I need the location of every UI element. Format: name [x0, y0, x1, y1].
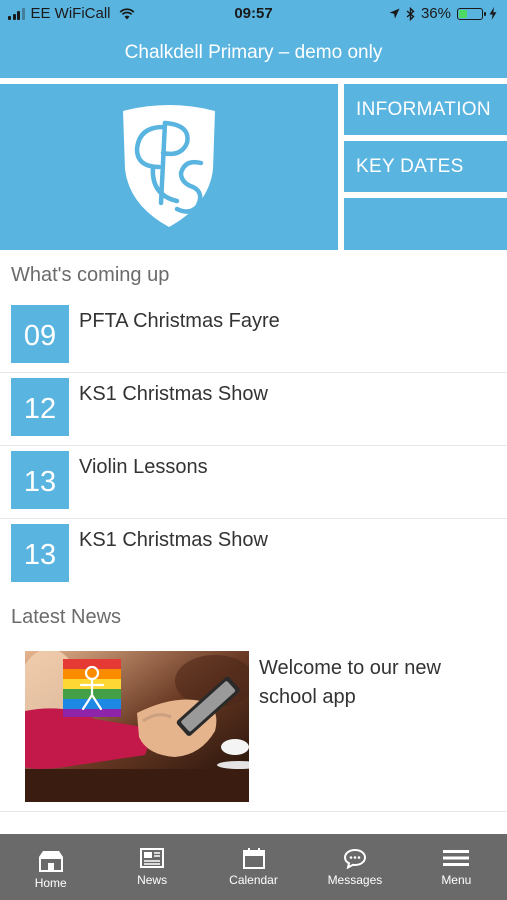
- news-title: Welcome to our new school app: [259, 657, 441, 708]
- battery-percent: 36%: [420, 5, 451, 22]
- nav-home[interactable]: Home: [0, 840, 101, 900]
- news-heading: Latest News: [11, 606, 122, 628]
- menu-icon: [443, 847, 470, 869]
- battery-level-fill: [459, 9, 467, 18]
- nav-messages-label: Messages: [327, 873, 383, 887]
- charging-bolt-icon: [489, 7, 497, 20]
- status-bar: EE WiFiCall 09:57 36%: [0, 0, 507, 28]
- event-title: PFTA Christmas Fayre: [79, 310, 280, 332]
- nav-menu-label: Menu: [441, 873, 472, 887]
- location-arrow-icon: [389, 8, 400, 19]
- school-crest-icon: [119, 103, 219, 231]
- bluetooth-icon: [406, 6, 415, 21]
- calendar-icon: [242, 847, 265, 869]
- hand-holding-smartphone-photo: [25, 651, 249, 802]
- information-tile[interactable]: INFORMATION: [344, 84, 507, 135]
- nav-news[interactable]: News: [101, 834, 202, 900]
- event-date-badge: 12: [11, 378, 69, 436]
- event-item[interactable]: 09 PFTA Christmas Fayre: [0, 300, 507, 373]
- bottom-navigation: Home News Calendar Messages Menu: [0, 834, 507, 900]
- app-title: Chalkdell Primary – demo only: [124, 42, 383, 63]
- event-date-badge: 13: [11, 524, 69, 582]
- battery-nub: [484, 11, 486, 16]
- nav-messages[interactable]: Messages: [304, 834, 405, 900]
- status-right: 36%: [389, 5, 497, 22]
- events-heading: What's coming up: [11, 264, 170, 286]
- home-icon: [37, 850, 65, 872]
- app-title-bar: Chalkdell Primary – demo only: [0, 28, 507, 78]
- event-title: Violin Lessons: [79, 456, 208, 478]
- event-date-badge: 09: [11, 305, 69, 363]
- nav-menu[interactable]: Menu: [406, 834, 507, 900]
- event-title: KS1 Christmas Show: [79, 383, 268, 405]
- key-dates-tile[interactable]: KEY DATES: [344, 141, 507, 192]
- news-item[interactable]: Welcome to our new school app: [0, 646, 507, 812]
- empty-tile[interactable]: [344, 198, 507, 250]
- nav-calendar-label: Calendar: [229, 873, 278, 887]
- event-item[interactable]: 13 Violin Lessons: [0, 446, 507, 519]
- events-list: 09 PFTA Christmas Fayre 12 KS1 Christmas…: [0, 300, 507, 592]
- news-icon: [140, 847, 165, 869]
- event-date-badge: 13: [11, 451, 69, 509]
- battery-icon: [457, 7, 486, 20]
- nav-news-label: News: [137, 873, 168, 887]
- nav-calendar[interactable]: Calendar: [203, 834, 304, 900]
- event-item[interactable]: 12 KS1 Christmas Show: [0, 373, 507, 446]
- event-item[interactable]: 13 KS1 Christmas Show: [0, 519, 507, 592]
- messages-icon: [343, 847, 367, 869]
- nav-home-label: Home: [34, 876, 67, 890]
- school-logo-panel: [0, 84, 338, 250]
- event-title: KS1 Christmas Show: [79, 529, 268, 551]
